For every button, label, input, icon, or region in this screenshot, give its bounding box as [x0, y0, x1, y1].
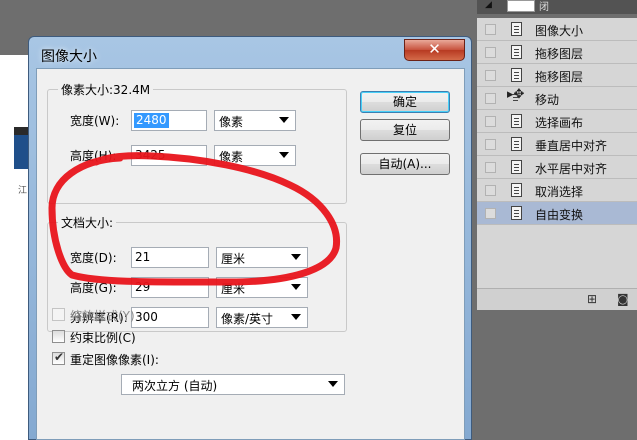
history-item-label: 移动 — [535, 93, 560, 107]
doc-height-label: 高度(G): — [70, 281, 117, 295]
history-item-checkbox[interactable] — [485, 208, 496, 219]
document-icon — [511, 206, 522, 220]
history-item-label: 水平居中对齐 — [535, 162, 608, 176]
history-item-checkbox[interactable] — [485, 47, 496, 58]
chevron-down-icon — [279, 152, 289, 158]
document-size-legend: 文档大小: — [58, 214, 117, 231]
document-icon — [511, 183, 522, 197]
auto-button[interactable]: 自动(A)... — [360, 153, 450, 175]
scale-styles-checkbox — [52, 308, 65, 321]
history-item-label: 拖移图层 — [535, 47, 584, 61]
pixel-width-input[interactable]: 2480 — [131, 110, 207, 131]
history-item-label: 取消选择 — [535, 185, 584, 199]
resolution-unit: 像素/英寸 — [221, 312, 274, 326]
list-icon — [511, 22, 522, 36]
chevron-down-icon — [291, 284, 301, 290]
document-icon — [511, 114, 522, 128]
document-icon — [511, 137, 522, 151]
history-item[interactable]: 选择画布 — [477, 110, 637, 133]
ok-button[interactable]: 确定 — [360, 91, 450, 113]
doc-width-label: 宽度(D): — [70, 251, 117, 265]
pixel-height-unit-select[interactable]: 像素 — [214, 145, 296, 166]
document-icon — [511, 68, 522, 82]
doc-height-input[interactable]: 29 — [131, 277, 209, 298]
resample-checkbox[interactable]: ✔ — [52, 350, 65, 365]
pixel-width-label: 宽度(W): — [70, 114, 120, 128]
image-size-dialog: 图像大小 ✕ 像素大小:32.4M 宽度(W): 2480 像素 高度(H): … — [28, 36, 472, 440]
history-panel-footer: ⊞ ◙ — [477, 288, 637, 310]
history-item-label: 垂直居中对齐 — [535, 139, 608, 153]
resample-method-value: 两次立方 (自动) — [132, 379, 218, 393]
chevron-down-icon — [291, 314, 301, 320]
resolution-input[interactable]: 300 — [131, 307, 209, 328]
close-button[interactable]: ✕ — [404, 39, 465, 61]
pixel-dimensions-group: 像素大小:32.4M 宽度(W): 2480 像素 高度(H): 3425 像素 — [47, 81, 347, 204]
move-icon: ▸✥ — [507, 87, 524, 105]
new-document-icon[interactable]: ⊞ — [587, 292, 597, 306]
dialog-body: 像素大小:32.4M 宽度(W): 2480 像素 高度(H): 3425 像素… — [36, 68, 465, 440]
canvas-side-text: 江 — [18, 186, 28, 196]
history-item[interactable]: 拖移图层 — [477, 64, 637, 87]
resolution-unit-select[interactable]: 像素/英寸 — [216, 307, 308, 328]
pixel-dimensions-legend: 像素大小:32.4M — [58, 81, 154, 98]
resample-method-select[interactable]: 两次立方 (自动) — [121, 374, 345, 395]
doc-height-unit: 厘米 — [221, 282, 246, 296]
history-item-checkbox[interactable] — [485, 162, 496, 173]
chevron-down-icon — [291, 254, 301, 260]
camera-icon[interactable]: ◙ — [617, 292, 629, 306]
pixel-width-unit-select[interactable]: 像素 — [214, 110, 296, 131]
pixel-height-input[interactable]: 3425 — [131, 145, 207, 166]
chevron-down-icon — [279, 117, 289, 123]
history-item-checkbox[interactable] — [485, 70, 496, 81]
constrain-proportions-label: 约束比例(C) — [70, 331, 136, 345]
history-item[interactable]: 水平居中对齐 — [477, 156, 637, 179]
history-item[interactable]: ▸✥ 移动 — [477, 87, 637, 110]
pixel-height-unit: 像素 — [219, 150, 244, 164]
history-item[interactable]: 取消选择 — [477, 179, 637, 202]
history-item[interactable]: 垂直居中对齐 — [477, 133, 637, 156]
pixel-width-value: 2480 — [134, 113, 169, 128]
history-item-label: 图像大小 — [535, 24, 584, 38]
history-item[interactable]: 拖移图层 — [477, 41, 637, 64]
history-item-label: 拖移图层 — [535, 70, 584, 84]
history-panel-header: ◢ 闭 — [477, 0, 637, 14]
dialog-title: 图像大小 — [41, 49, 97, 65]
history-item-checkbox[interactable] — [485, 116, 496, 127]
history-item[interactable]: 自由变换 — [477, 202, 637, 225]
history-panel: 图像大小 拖移图层 拖移图层 ▸✥ 移动 选择画布 垂直居中对齐 水平居中对齐 取消选择 自由变换 — [477, 18, 637, 310]
doc-width-unit: 厘米 — [221, 252, 246, 266]
checkmark-icon: ✔ — [54, 350, 65, 364]
reset-button[interactable]: 复位 — [360, 119, 450, 141]
pixel-height-label: 高度(H): — [70, 149, 117, 163]
scale-styles-label: 缩放样式(Y) — [70, 309, 135, 323]
document-icon — [511, 45, 522, 59]
history-item-checkbox[interactable] — [485, 185, 496, 196]
doc-width-input[interactable]: 21 — [131, 247, 209, 268]
history-item-checkbox[interactable] — [485, 93, 496, 104]
history-item-checkbox[interactable] — [485, 24, 496, 35]
caret-icon: ◢ — [485, 0, 492, 10]
history-title: 闭 — [539, 2, 549, 13]
doc-height-unit-select[interactable]: 厘米 — [216, 277, 308, 298]
resample-label: 重定图像像素(I): — [70, 353, 159, 367]
constrain-proportions-checkbox[interactable] — [52, 330, 65, 343]
history-item-checkbox[interactable] — [485, 139, 496, 150]
chevron-down-icon — [328, 381, 338, 387]
history-item[interactable]: 图像大小 — [477, 18, 637, 41]
snapshot-thumbnail[interactable] — [507, 0, 535, 12]
document-icon — [511, 160, 522, 174]
history-item-label: 自由变换 — [535, 208, 584, 222]
pixel-width-unit: 像素 — [219, 115, 244, 129]
history-item-label: 选择画布 — [535, 116, 584, 130]
doc-width-unit-select[interactable]: 厘米 — [216, 247, 308, 268]
